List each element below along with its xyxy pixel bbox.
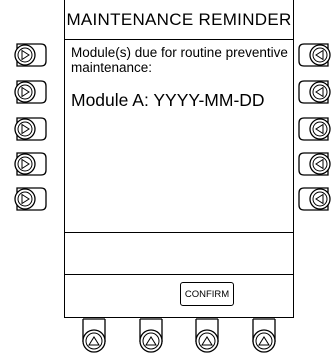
module-due-date: Module A: YYYY-MM-DD <box>71 90 265 110</box>
triangle-up-icon <box>195 318 219 353</box>
right-softkey-4[interactable] <box>298 152 332 176</box>
maintenance-message: Module(s) due for routine preventive mai… <box>71 45 288 75</box>
triangle-up-icon <box>252 318 276 353</box>
left-softkey-3[interactable] <box>13 117 47 141</box>
left-softkey-4[interactable] <box>13 152 47 176</box>
right-softkey-3[interactable] <box>298 117 332 141</box>
right-softkey-5[interactable] <box>298 187 332 211</box>
screen-divider-lower <box>65 274 293 275</box>
bottom-softkey-2[interactable] <box>137 318 165 354</box>
left-softkey-2[interactable] <box>13 80 47 104</box>
display-screen: MAINTENANCE REMINDER Module(s) due for r… <box>64 0 294 318</box>
triangle-right-icon <box>14 80 47 104</box>
bottom-softkey-4[interactable] <box>250 318 278 354</box>
triangle-left-icon <box>298 152 331 176</box>
screen-title: MAINTENANCE REMINDER <box>65 0 293 40</box>
triangle-right-icon <box>14 187 47 211</box>
triangle-left-icon <box>298 43 331 67</box>
right-softkey-1[interactable] <box>298 43 332 67</box>
left-softkey-1[interactable] <box>13 43 47 67</box>
bottom-softkey-3[interactable] <box>193 318 221 354</box>
triangle-right-icon <box>14 43 47 67</box>
right-softkey-2[interactable] <box>298 80 332 104</box>
triangle-left-icon <box>298 117 331 141</box>
triangle-right-icon <box>14 152 47 176</box>
triangle-left-icon <box>298 80 331 104</box>
left-softkey-5[interactable] <box>13 187 47 211</box>
triangle-up-icon <box>82 318 106 353</box>
triangle-right-icon <box>14 117 47 141</box>
triangle-left-icon <box>298 187 331 211</box>
screen-divider-upper <box>65 232 293 233</box>
triangle-up-icon <box>139 318 163 353</box>
confirm-button[interactable]: CONFIRM <box>180 282 234 306</box>
bottom-softkey-1[interactable] <box>80 318 108 354</box>
